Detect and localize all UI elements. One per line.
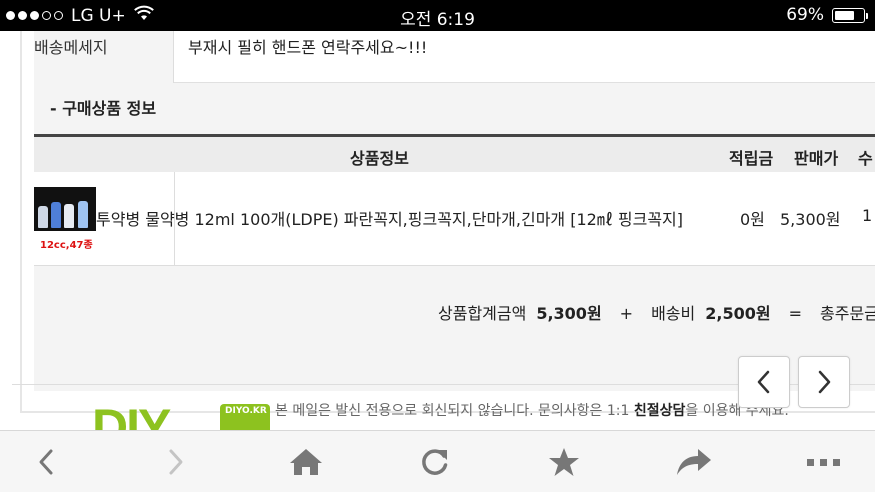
clock: 오전 6:19 [400, 10, 475, 30]
delivery-message-label: 배송메세지 [34, 31, 174, 83]
grand-total-label: 총주문금 [820, 304, 875, 323]
subtotal-value: 5,300원 [536, 304, 602, 323]
back-button[interactable] [28, 445, 64, 479]
home-button[interactable] [288, 445, 324, 479]
plus-sign: + [619, 304, 634, 323]
bookmark-button[interactable] [546, 445, 582, 479]
battery-icon [832, 7, 868, 23]
column-header-info: 상품정보 [350, 149, 409, 168]
share-button[interactable] [676, 445, 712, 479]
home-icon [290, 449, 322, 475]
chevron-left-icon [757, 370, 770, 394]
footer-notice: 본 메일은 발신 전용으로 회신되지 않습니다. 문의사항은 1:1 친절상담을… [275, 403, 789, 419]
section-title: - 구매상품 정보 [50, 99, 157, 118]
more-button[interactable] [806, 445, 842, 479]
delivery-message-row: 배송메세지 부재시 필히 핸드폰 연락주세요~!!! [34, 31, 875, 83]
product-thumbnail[interactable] [34, 187, 96, 231]
column-header-point: 적립금 [729, 149, 774, 168]
refresh-button[interactable] [417, 445, 453, 479]
scroll-right-button[interactable] [798, 356, 850, 408]
chevron-right-icon [818, 370, 831, 394]
product-table: 상품정보 적립금 판매가 수 12cc,47종 투약병 물약병 12ml 100… [34, 134, 875, 358]
equals-sign: = [788, 304, 802, 323]
forward-button[interactable] [158, 445, 194, 479]
subtotal-label: 상품합계금액 [438, 304, 527, 323]
consult-link[interactable]: 친절상담 [634, 403, 686, 419]
totals-row: 상품합계금액 5,300원 + 배송비 2,500원 = 총주문금 [34, 266, 875, 358]
table-row: 12cc,47종 투약병 물약병 12ml 100개(LDPE) 파란꼭지,핑크… [34, 172, 875, 266]
column-header-qty: 수 [858, 149, 873, 168]
product-price: 5,300원 [780, 210, 841, 229]
star-icon [549, 448, 579, 476]
email-content: 배송메세지 부재시 필히 핸드폰 연락주세요~!!! - 구매상품 정보 상품정… [0, 31, 875, 430]
diy-logo: DIY DIYO.KR [92, 399, 272, 430]
product-name-link[interactable]: 투약병 물약병 12ml 100개(LDPE) 파란꼭지,핑크꼭지,단마개,긴마… [96, 206, 683, 230]
refresh-icon [422, 449, 448, 475]
table-header: 상품정보 적립금 판매가 수 [34, 134, 875, 172]
shipping-label: 배송비 [651, 304, 696, 323]
browser-toolbar [0, 430, 875, 492]
shipping-value: 2,500원 [705, 304, 771, 323]
battery-percent: 69% [786, 5, 824, 25]
status-bar: LG U+ 오전 6:19 69% [0, 0, 875, 31]
product-qty: 1 [862, 206, 873, 225]
scroll-left-button[interactable] [738, 356, 790, 408]
forward-icon [169, 449, 183, 475]
share-icon [677, 449, 711, 475]
product-point: 0원 [740, 210, 765, 229]
back-icon [39, 449, 53, 475]
thumbnail-caption: 12cc,47종 [40, 240, 93, 251]
column-header-price: 판매가 [794, 149, 839, 168]
more-icon [807, 459, 840, 466]
delivery-message-value: 부재시 필히 핸드폰 연락주세요~!!! [188, 38, 428, 57]
